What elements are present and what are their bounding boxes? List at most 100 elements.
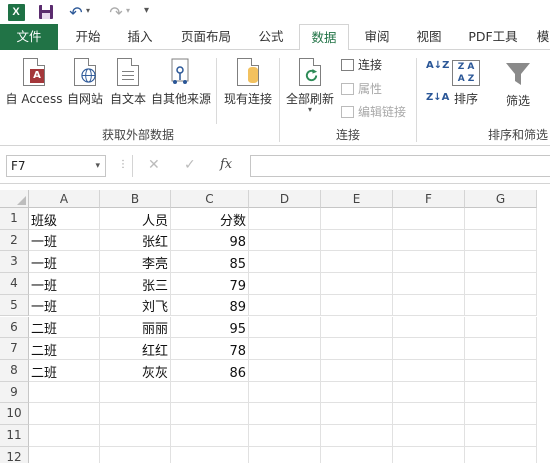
column-header-e[interactable]: E xyxy=(321,190,393,208)
cell-e4[interactable] xyxy=(321,273,393,295)
cell-g3[interactable] xyxy=(465,251,537,274)
row-header-7[interactable]: 7 xyxy=(0,338,29,360)
row-header-10[interactable]: 10 xyxy=(0,403,29,425)
from-access-button[interactable]: A 自 Access xyxy=(4,54,64,107)
cell-c11[interactable] xyxy=(171,425,249,447)
column-header-d[interactable]: D xyxy=(249,190,321,208)
cell-g12[interactable] xyxy=(465,446,537,463)
cell-c3[interactable]: 85 xyxy=(171,251,249,274)
cell-f1[interactable] xyxy=(393,208,465,230)
cell-g4[interactable] xyxy=(465,273,537,295)
cell-d8[interactable] xyxy=(249,359,321,382)
select-all-corner[interactable] xyxy=(0,190,29,208)
cell-g6[interactable] xyxy=(465,316,537,339)
tab-page-layout[interactable]: 页面布局 xyxy=(170,24,242,50)
row-header-4[interactable]: 4 xyxy=(0,273,29,295)
tab-pdf-tools[interactable]: PDF工具 xyxy=(458,24,528,50)
cell-c7[interactable]: 78 xyxy=(171,338,249,360)
save-icon[interactable] xyxy=(36,2,56,22)
cell-d6[interactable] xyxy=(249,316,321,339)
cell-c4[interactable]: 79 xyxy=(171,273,249,295)
cell-e1[interactable] xyxy=(321,208,393,230)
cell-c2[interactable]: 98 xyxy=(171,229,249,252)
cell-g10[interactable] xyxy=(465,403,537,425)
cell-a5[interactable]: 一班 xyxy=(29,294,100,317)
tab-file[interactable]: 文件 xyxy=(0,24,58,50)
cell-e10[interactable] xyxy=(321,403,393,425)
cell-f2[interactable] xyxy=(393,229,465,252)
cell-b3[interactable]: 李亮 xyxy=(100,251,171,274)
cell-a10[interactable] xyxy=(29,403,100,425)
formula-input[interactable] xyxy=(250,155,550,177)
cell-f4[interactable] xyxy=(393,273,465,295)
cell-c9[interactable] xyxy=(171,381,249,404)
refresh-all-button[interactable]: 全部刷新 ▾ xyxy=(284,54,336,114)
cancel-icon[interactable]: ✕ xyxy=(148,157,160,173)
cell-e2[interactable] xyxy=(321,229,393,252)
cell-e9[interactable] xyxy=(321,381,393,404)
cell-b10[interactable] xyxy=(100,403,171,425)
row-header-8[interactable]: 8 xyxy=(0,359,29,382)
cell-e12[interactable] xyxy=(321,446,393,463)
redo-icon[interactable]: ↷ xyxy=(106,2,126,22)
formula-bar-grip-icon[interactable]: ⋮ xyxy=(118,159,128,170)
cell-a8[interactable]: 二班 xyxy=(29,359,100,382)
filter-button[interactable]: 筛选 xyxy=(498,54,538,109)
cell-f7[interactable] xyxy=(393,338,465,360)
from-web-button[interactable]: 自网站 xyxy=(64,54,106,107)
tab-more[interactable]: 模 xyxy=(534,24,550,50)
cell-f5[interactable] xyxy=(393,294,465,317)
cell-d9[interactable] xyxy=(249,381,321,404)
tab-home[interactable]: 开始 xyxy=(64,24,112,50)
cell-e3[interactable] xyxy=(321,251,393,274)
connections-button[interactable]: 连接 xyxy=(341,56,382,73)
cell-b6[interactable]: 丽丽 xyxy=(100,316,171,339)
cell-f12[interactable] xyxy=(393,446,465,463)
cell-d12[interactable] xyxy=(249,446,321,463)
cell-g2[interactable] xyxy=(465,229,537,252)
cell-f8[interactable] xyxy=(393,359,465,382)
from-text-button[interactable]: 自文本 xyxy=(108,54,148,107)
tab-review[interactable]: 审阅 xyxy=(354,24,400,50)
row-header-2[interactable]: 2 xyxy=(0,229,29,252)
tab-formulas[interactable]: 公式 xyxy=(248,24,294,50)
cell-e5[interactable] xyxy=(321,294,393,317)
name-box-dropdown-icon[interactable]: ▾ xyxy=(95,156,100,176)
insert-function-button[interactable]: fx xyxy=(220,157,232,172)
cell-f11[interactable] xyxy=(393,425,465,447)
cell-b1[interactable]: 人员 xyxy=(100,208,171,230)
column-header-f[interactable]: F xyxy=(393,190,465,208)
edit-links-button[interactable]: 编辑链接 xyxy=(341,103,406,120)
row-header-9[interactable]: 9 xyxy=(0,381,29,404)
cell-f9[interactable] xyxy=(393,381,465,404)
cell-c12[interactable] xyxy=(171,446,249,463)
cell-d7[interactable] xyxy=(249,338,321,360)
tab-data[interactable]: 数据 xyxy=(299,24,349,51)
cell-b12[interactable] xyxy=(100,446,171,463)
cell-g11[interactable] xyxy=(465,425,537,447)
tab-view[interactable]: 视图 xyxy=(406,24,452,50)
row-header-1[interactable]: 1 xyxy=(0,208,29,230)
from-other-sources-button[interactable]: 自其他来源 xyxy=(150,54,212,107)
sort-descending-button[interactable]: Z↓A xyxy=(426,92,449,103)
cell-d10[interactable] xyxy=(249,403,321,425)
cell-a9[interactable] xyxy=(29,381,100,404)
row-header-6[interactable]: 6 xyxy=(0,316,29,339)
tab-insert[interactable]: 插入 xyxy=(116,24,164,50)
cell-b11[interactable] xyxy=(100,425,171,447)
cell-g1[interactable] xyxy=(465,208,537,230)
cell-g5[interactable] xyxy=(465,294,537,317)
cell-b5[interactable]: 刘飞 xyxy=(100,294,171,317)
cell-b2[interactable]: 张红 xyxy=(100,229,171,252)
cell-a11[interactable] xyxy=(29,425,100,447)
cell-b4[interactable]: 张三 xyxy=(100,273,171,295)
cell-b9[interactable] xyxy=(100,381,171,404)
row-header-3[interactable]: 3 xyxy=(0,251,29,274)
sort-button[interactable]: Z A A Z 排序 xyxy=(448,54,484,107)
excel-app-icon[interactable]: X xyxy=(6,2,26,22)
cell-e6[interactable] xyxy=(321,316,393,339)
cell-a1[interactable]: 班级 xyxy=(29,208,100,230)
cell-a2[interactable]: 一班 xyxy=(29,229,100,252)
name-box[interactable]: F7 ▾ xyxy=(6,155,106,177)
cell-c1[interactable]: 分数 xyxy=(171,208,249,230)
